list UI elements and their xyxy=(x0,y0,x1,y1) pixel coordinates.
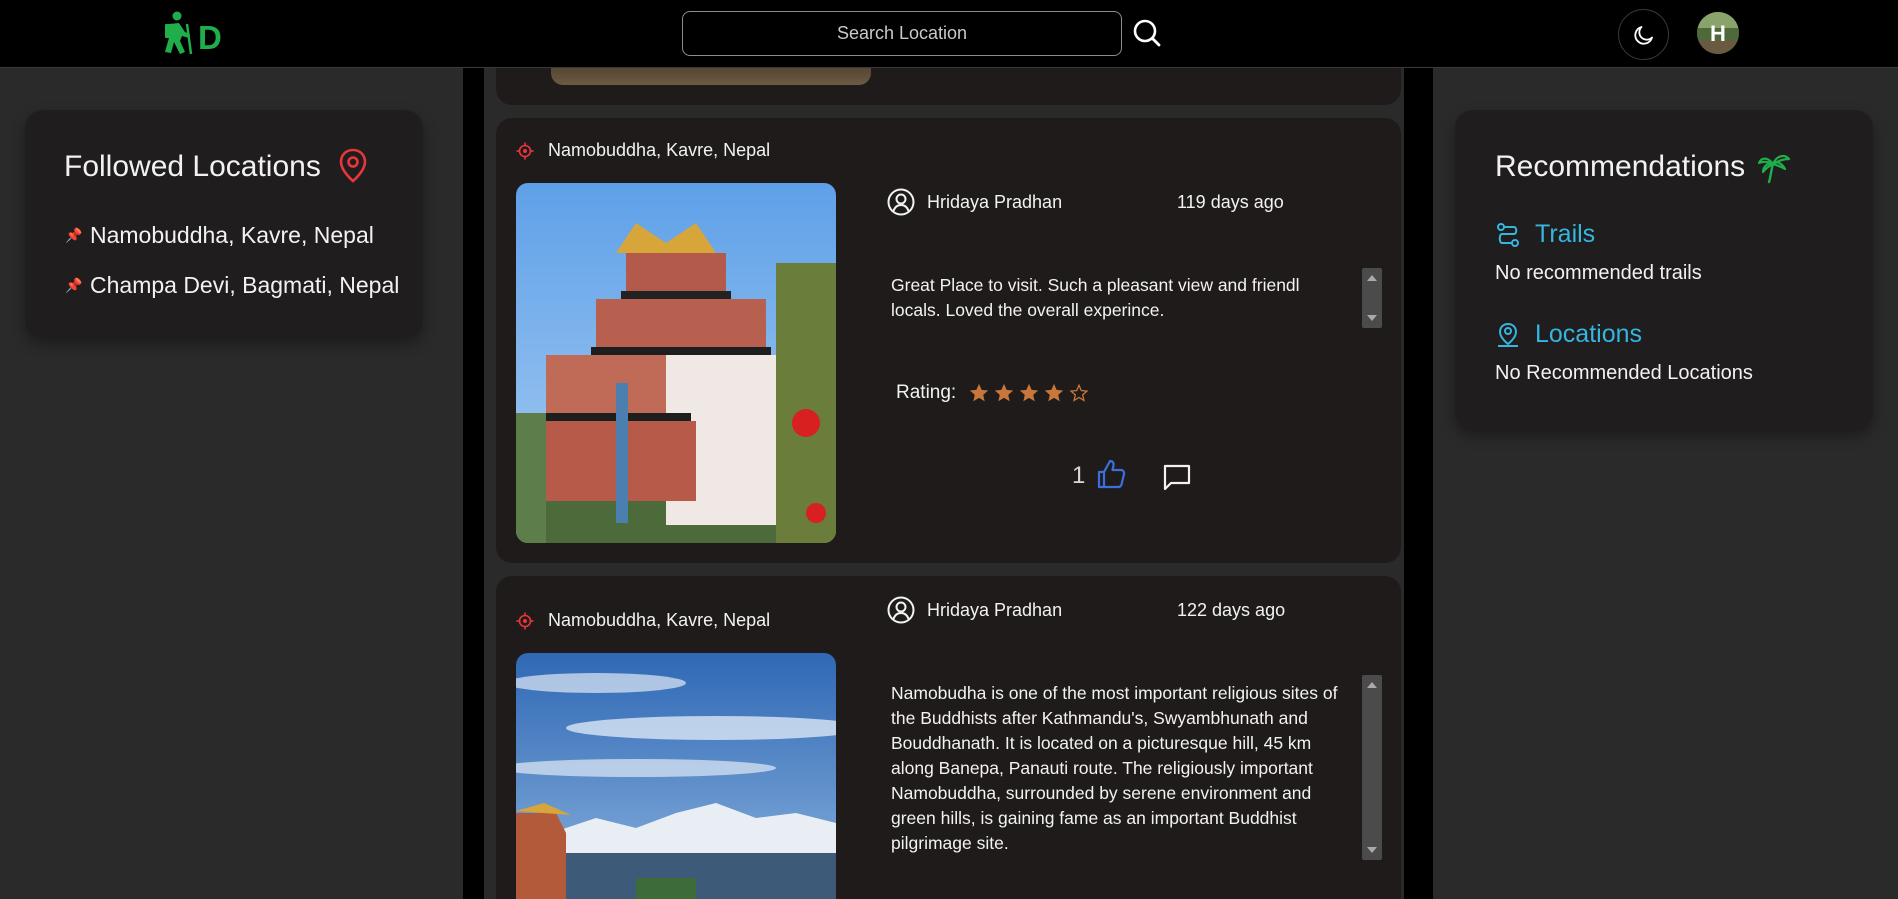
followed-location-label: Champa Devi, Bagmati, Nepal xyxy=(90,272,400,298)
theme-toggle-button[interactable] xyxy=(1618,9,1669,60)
thumbs-up-icon xyxy=(1097,459,1126,489)
post-author-row: Hridaya Pradhan 119 days ago xyxy=(887,188,1284,216)
comment-icon xyxy=(1163,464,1191,491)
user-circle-icon xyxy=(887,188,915,216)
route-icon xyxy=(1497,222,1519,247)
pushpin-icon: 📌 xyxy=(65,227,83,243)
search-input[interactable] xyxy=(682,11,1122,56)
description-scrollbar[interactable] xyxy=(1362,675,1382,860)
rating-label: Rating: xyxy=(896,382,957,403)
hiker-logo-icon: D xyxy=(165,11,222,56)
avatar-letter: H xyxy=(1710,21,1726,46)
post-card: Namobuddha, Kavre, Nepal Hridaya Pradhan… xyxy=(496,118,1401,563)
locations-label: Locations xyxy=(1535,320,1643,348)
followed-locations-title: Followed Locations xyxy=(64,150,321,183)
pushpin-icon: 📌 xyxy=(65,277,83,293)
post-location-label: Namobuddha, Kavre, Nepal xyxy=(548,610,771,630)
target-icon xyxy=(516,142,534,159)
post-author-name[interactable]: Hridaya Pradhan xyxy=(927,600,1177,621)
post-image[interactable] xyxy=(516,653,836,899)
post-location[interactable]: Namobuddha, Kavre, Nepal xyxy=(516,610,770,631)
map-pin-icon xyxy=(339,148,367,183)
star-filled-icon xyxy=(970,383,989,402)
top-navbar: D H xyxy=(0,0,1898,68)
avatar-image: H xyxy=(1697,12,1739,54)
location-user-icon xyxy=(1498,322,1518,347)
trails-empty-message: No recommended trails xyxy=(1495,262,1702,284)
app-logo[interactable]: D xyxy=(163,10,229,56)
trails-label: Trails xyxy=(1535,220,1596,248)
user-circle-icon xyxy=(887,596,915,624)
scroll-up-arrow-icon[interactable] xyxy=(1367,682,1377,688)
star-filled-icon xyxy=(1020,383,1039,402)
scroll-up-arrow-icon[interactable] xyxy=(1367,275,1377,281)
description-scrollbar[interactable] xyxy=(1362,268,1382,328)
search-icon xyxy=(1133,19,1161,47)
user-avatar[interactable]: H xyxy=(1697,12,1739,54)
post-description-box[interactable]: Namobudha is one of the most important r… xyxy=(887,675,1402,860)
like-count: 1 xyxy=(1072,462,1086,489)
post-description: Great Place to visit. Such a pleasant vi… xyxy=(891,275,1300,320)
followed-location-item[interactable]: 📌 Namobuddha, Kavre, Nepal xyxy=(65,222,374,249)
scroll-down-arrow-icon[interactable] xyxy=(1367,315,1377,321)
comment-button[interactable] xyxy=(1161,461,1193,493)
post-card: Namobuddha, Kavre, Nepal Hridaya Pradhan… xyxy=(496,576,1401,899)
post-author-name[interactable]: Hridaya Pradhan xyxy=(927,192,1177,213)
monastery-photo xyxy=(516,183,836,543)
followed-location-item[interactable]: 📌 Champa Devi, Bagmati, Nepal xyxy=(65,272,399,299)
star-filled-icon xyxy=(995,383,1014,402)
post-location-label: Namobuddha, Kavre, Nepal xyxy=(548,140,771,160)
post-author-row: Hridaya Pradhan 122 days ago xyxy=(887,596,1285,624)
recommendations-card: Recommendations Trails No recommended tr… xyxy=(1455,110,1873,430)
moon-icon xyxy=(1634,26,1653,45)
post-location[interactable]: Namobuddha, Kavre, Nepal xyxy=(516,140,770,161)
followed-locations-card: Followed Locations 📌 Namobuddha, Kavre, N… xyxy=(25,110,423,338)
post-image[interactable] xyxy=(516,183,836,543)
trails-section-header[interactable]: Trails xyxy=(1495,220,1595,249)
scroll-down-arrow-icon[interactable] xyxy=(1367,847,1377,853)
recommendations-title: Recommendations xyxy=(1495,150,1746,183)
post-description: Namobudha is one of the most important r… xyxy=(891,683,1338,853)
post-description-box[interactable]: Great Place to visit. Such a pleasant vi… xyxy=(887,268,1402,328)
search-button[interactable] xyxy=(1130,16,1164,50)
logo-letter: D xyxy=(198,19,222,56)
mountain-photo xyxy=(516,653,836,899)
post-rating: Rating: xyxy=(896,382,1093,404)
locations-empty-message: No Recommended Locations xyxy=(1495,362,1753,384)
followed-location-label: Namobuddha, Kavre, Nepal xyxy=(90,222,374,248)
like-button[interactable] xyxy=(1094,457,1128,491)
locations-section-header[interactable]: Locations xyxy=(1495,320,1642,349)
star-filled-icon xyxy=(1045,383,1064,402)
post-timestamp: 122 days ago xyxy=(1177,599,1286,620)
post-timestamp: 119 days ago xyxy=(1177,191,1284,212)
star-empty-icon xyxy=(1069,383,1089,402)
palm-tree-icon xyxy=(1757,154,1791,184)
target-icon xyxy=(516,612,534,629)
